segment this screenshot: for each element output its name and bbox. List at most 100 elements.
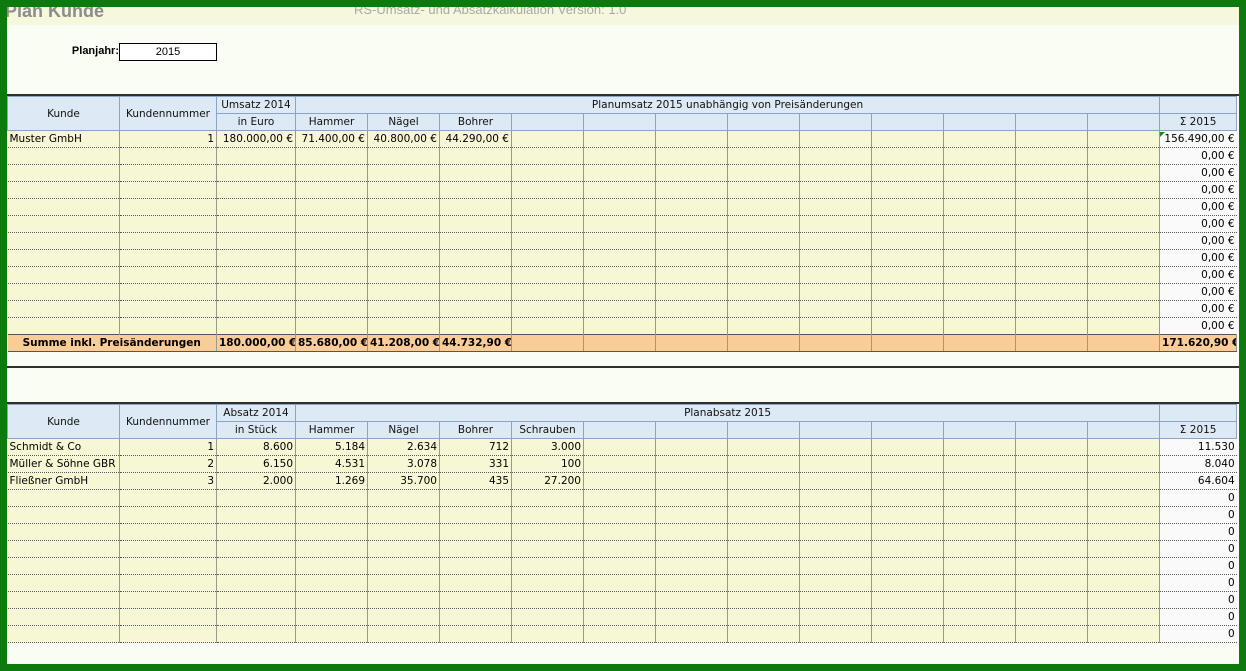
product-value-cell[interactable] <box>1087 455 1161 473</box>
product-value-cell[interactable] <box>943 489 1016 507</box>
product-value-cell[interactable] <box>439 266 512 284</box>
product-value-cell[interactable] <box>511 317 584 335</box>
customer-name-cell[interactable] <box>7 506 120 524</box>
product-value-cell[interactable] <box>655 147 728 165</box>
customer-number-cell[interactable] <box>119 147 217 165</box>
product-value-cell[interactable] <box>1087 283 1161 301</box>
product-value-cell[interactable] <box>439 574 512 592</box>
product-value-cell[interactable] <box>799 489 872 507</box>
product-value-cell[interactable] <box>367 489 440 507</box>
product-value-cell[interactable] <box>943 164 1016 182</box>
customer-number-cell[interactable]: 2 <box>119 455 217 473</box>
customer-number-cell[interactable] <box>119 608 217 626</box>
product-value-cell[interactable] <box>367 591 440 609</box>
product-value-cell[interactable] <box>655 317 728 335</box>
product-value-cell[interactable] <box>655 591 728 609</box>
product-value-cell[interactable] <box>943 540 1016 558</box>
product-value-cell[interactable] <box>511 130 584 148</box>
customer-number-cell[interactable] <box>119 540 217 558</box>
product-value-cell[interactable] <box>1087 506 1161 524</box>
product-value-cell[interactable] <box>367 181 440 199</box>
product-value-cell[interactable] <box>439 164 512 182</box>
product-value-cell[interactable] <box>1087 574 1161 592</box>
product-value-cell[interactable] <box>439 232 512 250</box>
product-value-cell[interactable] <box>1015 540 1088 558</box>
customer-name-cell[interactable] <box>7 540 120 558</box>
product-value-cell[interactable] <box>943 557 1016 575</box>
product-value-cell[interactable] <box>871 283 944 301</box>
product-value-cell[interactable]: 2.634 <box>367 438 440 456</box>
customer-name-cell[interactable] <box>7 625 120 643</box>
customer-number-cell[interactable]: 1 <box>119 438 217 456</box>
prev-year-cell[interactable]: 8.600 <box>216 438 296 456</box>
prev-year-cell[interactable] <box>216 317 296 335</box>
product-value-cell[interactable] <box>583 249 656 267</box>
product-value-cell[interactable] <box>367 523 440 541</box>
product-value-cell[interactable] <box>439 283 512 301</box>
product-value-cell[interactable] <box>871 625 944 643</box>
customer-name-cell[interactable] <box>7 523 120 541</box>
product-value-cell[interactable] <box>511 540 584 558</box>
prev-year-cell[interactable] <box>216 557 296 575</box>
customer-number-cell[interactable] <box>119 232 217 250</box>
product-value-cell[interactable]: 71.400,00 € <box>295 130 368 148</box>
product-value-cell[interactable] <box>367 215 440 233</box>
product-value-cell[interactable] <box>439 198 512 216</box>
product-value-cell[interactable] <box>583 489 656 507</box>
product-value-cell[interactable] <box>1087 489 1161 507</box>
product-value-cell[interactable] <box>943 591 1016 609</box>
product-value-cell[interactable] <box>367 300 440 318</box>
product-value-cell[interactable] <box>655 164 728 182</box>
product-value-cell[interactable]: 5.184 <box>295 438 368 456</box>
product-value-cell[interactable] <box>1087 625 1161 643</box>
customer-number-cell[interactable] <box>119 625 217 643</box>
product-value-cell[interactable] <box>871 591 944 609</box>
product-value-cell[interactable] <box>1087 317 1161 335</box>
product-value-cell[interactable] <box>1015 591 1088 609</box>
product-value-cell[interactable] <box>655 523 728 541</box>
product-value-cell[interactable]: 712 <box>439 438 512 456</box>
product-value-cell[interactable] <box>1015 574 1088 592</box>
product-value-cell[interactable] <box>367 625 440 643</box>
product-value-cell[interactable] <box>1015 198 1088 216</box>
product-value-cell[interactable] <box>511 506 584 524</box>
product-value-cell[interactable] <box>655 198 728 216</box>
customer-number-cell[interactable] <box>119 198 217 216</box>
product-value-cell[interactable] <box>583 455 656 473</box>
product-value-cell[interactable] <box>1087 591 1161 609</box>
customer-name-cell[interactable] <box>7 608 120 626</box>
prev-year-cell[interactable] <box>216 283 296 301</box>
product-value-cell[interactable] <box>367 249 440 267</box>
customer-number-cell[interactable] <box>119 317 217 335</box>
product-value-cell[interactable] <box>295 489 368 507</box>
product-value-cell[interactable] <box>1015 164 1088 182</box>
product-value-cell[interactable] <box>799 472 872 490</box>
product-value-cell[interactable] <box>943 608 1016 626</box>
product-value-cell[interactable] <box>295 317 368 335</box>
product-value-cell[interactable] <box>1015 455 1088 473</box>
product-value-cell[interactable] <box>655 608 728 626</box>
product-value-cell[interactable] <box>871 249 944 267</box>
customer-number-cell[interactable]: 1 <box>119 130 217 148</box>
customer-number-cell[interactable] <box>119 249 217 267</box>
product-value-cell[interactable] <box>583 557 656 575</box>
product-value-cell[interactable] <box>1015 506 1088 524</box>
product-value-cell[interactable] <box>799 317 872 335</box>
product-value-cell[interactable] <box>727 591 800 609</box>
prev-year-cell[interactable] <box>216 625 296 643</box>
product-value-cell[interactable] <box>1087 130 1161 148</box>
product-value-cell[interactable]: 435 <box>439 472 512 490</box>
product-value-cell[interactable] <box>1087 557 1161 575</box>
product-value-cell[interactable] <box>439 625 512 643</box>
product-value-cell[interactable] <box>727 625 800 643</box>
product-value-cell[interactable] <box>367 540 440 558</box>
customer-name-cell[interactable]: Schmidt & Co <box>7 438 120 456</box>
product-value-cell[interactable] <box>1015 283 1088 301</box>
product-value-cell[interactable] <box>799 540 872 558</box>
product-value-cell[interactable] <box>1087 608 1161 626</box>
prev-year-cell[interactable] <box>216 266 296 284</box>
product-value-cell[interactable] <box>583 215 656 233</box>
product-value-cell[interactable] <box>799 557 872 575</box>
product-value-cell[interactable]: 100 <box>511 455 584 473</box>
product-value-cell[interactable] <box>583 164 656 182</box>
